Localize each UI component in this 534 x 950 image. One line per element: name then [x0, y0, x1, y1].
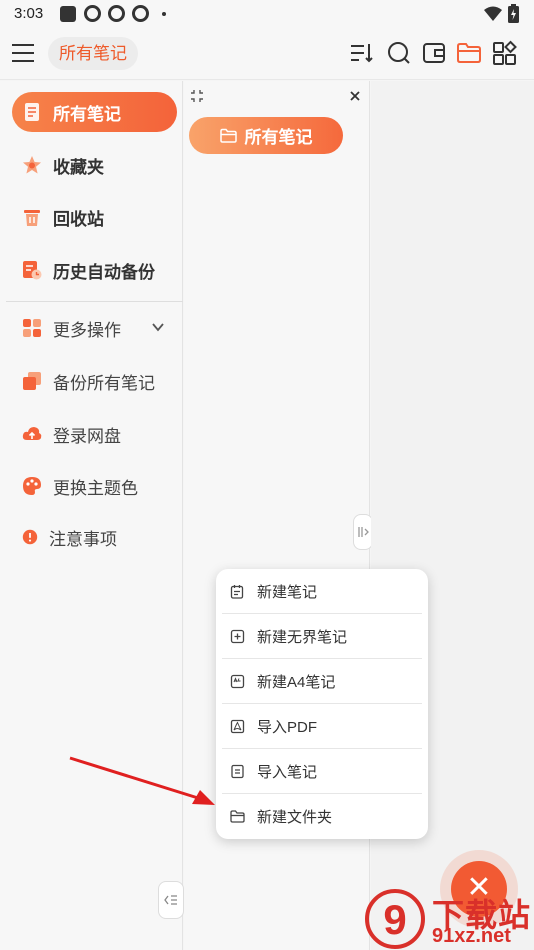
nav-item-theme-color[interactable]: 更换主题色	[12, 466, 177, 506]
nav-item-notes-info[interactable]: 注意事项	[12, 517, 177, 557]
close-icon[interactable]	[350, 91, 360, 101]
menu-icon[interactable]	[0, 28, 44, 80]
nav-item-backup-history[interactable]: 历史自动备份	[12, 250, 177, 290]
status-bar: 3:03	[0, 0, 534, 28]
menu-item-label: 新建A4笔记	[257, 673, 336, 691]
nav-item-recycle-bin[interactable]: 回收站	[12, 197, 177, 237]
cloud-upload-icon	[22, 427, 42, 440]
collapse-icon[interactable]	[190, 89, 204, 103]
status-time: 3:03	[14, 5, 44, 22]
folder-icon	[230, 810, 245, 823]
nav-item-label: 回收站	[53, 209, 104, 229]
drawer-collapse-handle[interactable]	[158, 881, 184, 919]
folder-icon[interactable]	[456, 40, 482, 66]
menu-item-new-note[interactable]: 新建笔记	[222, 569, 422, 614]
a4-page-icon	[230, 674, 245, 688]
copy-icon	[23, 372, 41, 390]
create-menu: 新建笔记 新建无界笔记 新建A4笔记 导入PDF 导入笔记 新建文件夹	[216, 569, 428, 839]
menu-item-new-a4-note[interactable]: 新建A4笔记	[222, 659, 422, 704]
menu-item-new-infinite-note[interactable]: 新建无界笔记	[222, 614, 422, 659]
menu-item-new-folder[interactable]: 新建文件夹	[222, 794, 422, 839]
battery-icon	[508, 4, 519, 23]
notes-icon	[25, 103, 39, 121]
nav-item-label: 更换主题色	[53, 478, 138, 498]
palette-icon	[23, 477, 41, 495]
page-title[interactable]: 所有笔记	[48, 37, 138, 70]
menu-item-label: 导入PDF	[257, 718, 318, 736]
app-notification-icon	[84, 5, 101, 22]
annotation-arrow	[69, 756, 215, 805]
chevron-down-icon	[152, 323, 164, 332]
sort-icon[interactable]	[349, 40, 375, 66]
nav-item-label: 所有笔记	[53, 104, 121, 124]
nav-item-backup-all[interactable]: 备份所有笔记	[12, 361, 177, 401]
notification-icon	[60, 6, 76, 22]
menu-item-import-pdf[interactable]: 导入PDF	[222, 704, 422, 749]
folder-label: 所有笔记	[244, 128, 313, 147]
nav-item-label: 备份所有笔记	[53, 373, 155, 393]
star-icon	[23, 156, 41, 174]
pdf-icon	[230, 719, 245, 733]
app-notification-icon	[132, 5, 149, 22]
grid-icon	[23, 319, 41, 337]
trash-icon	[24, 210, 40, 226]
svg-text:9: 9	[383, 896, 406, 943]
collapse-left-icon	[164, 895, 177, 905]
folder-icon	[219, 128, 237, 143]
backup-history-icon	[23, 261, 42, 280]
nav-item-more-actions[interactable]: 更多操作	[12, 308, 177, 348]
app-notification-icon	[108, 5, 125, 22]
more-notifications-icon	[162, 12, 166, 16]
menu-item-import-note[interactable]: 导入笔记	[222, 749, 422, 794]
wallet-icon[interactable]	[421, 40, 447, 66]
nav-item-label: 历史自动备份	[53, 262, 155, 282]
search-icon[interactable]	[386, 40, 412, 66]
folder-item-all-notes[interactable]: 所有笔记	[189, 117, 343, 154]
expand-right-icon	[358, 527, 369, 537]
nav-item-label: 收藏夹	[53, 157, 104, 177]
navigation-drawer: 所有笔记 收藏夹 回收站 历史自动备份 更多操作 备份所有笔记 登录网盘 更换主…	[0, 81, 184, 950]
info-icon	[22, 529, 38, 545]
nav-item-favorites[interactable]: 收藏夹	[12, 145, 177, 185]
nav-item-label: 更多操作	[53, 320, 121, 340]
plus-square-icon	[230, 629, 245, 643]
nav-item-all-notes[interactable]: 所有笔记	[12, 92, 177, 132]
drawer-divider	[6, 301, 183, 302]
menu-item-label: 导入笔记	[257, 763, 318, 781]
nav-item-login-cloud[interactable]: 登录网盘	[12, 414, 177, 454]
pane-expand-handle[interactable]	[353, 514, 373, 550]
document-icon	[231, 764, 244, 778]
watermark-url: 91xz.net	[432, 925, 511, 947]
watermark-logo: 9	[365, 889, 425, 949]
new-note-icon	[230, 584, 244, 599]
app-bar: 所有笔记	[0, 28, 534, 80]
menu-item-label: 新建笔记	[257, 583, 318, 601]
nav-item-label: 注意事项	[49, 529, 117, 549]
menu-item-label: 新建文件夹	[257, 809, 333, 826]
menu-item-label: 新建无界笔记	[257, 628, 348, 646]
apps-icon[interactable]	[492, 40, 518, 66]
wifi-icon	[484, 6, 502, 21]
nav-item-label: 登录网盘	[53, 426, 121, 446]
